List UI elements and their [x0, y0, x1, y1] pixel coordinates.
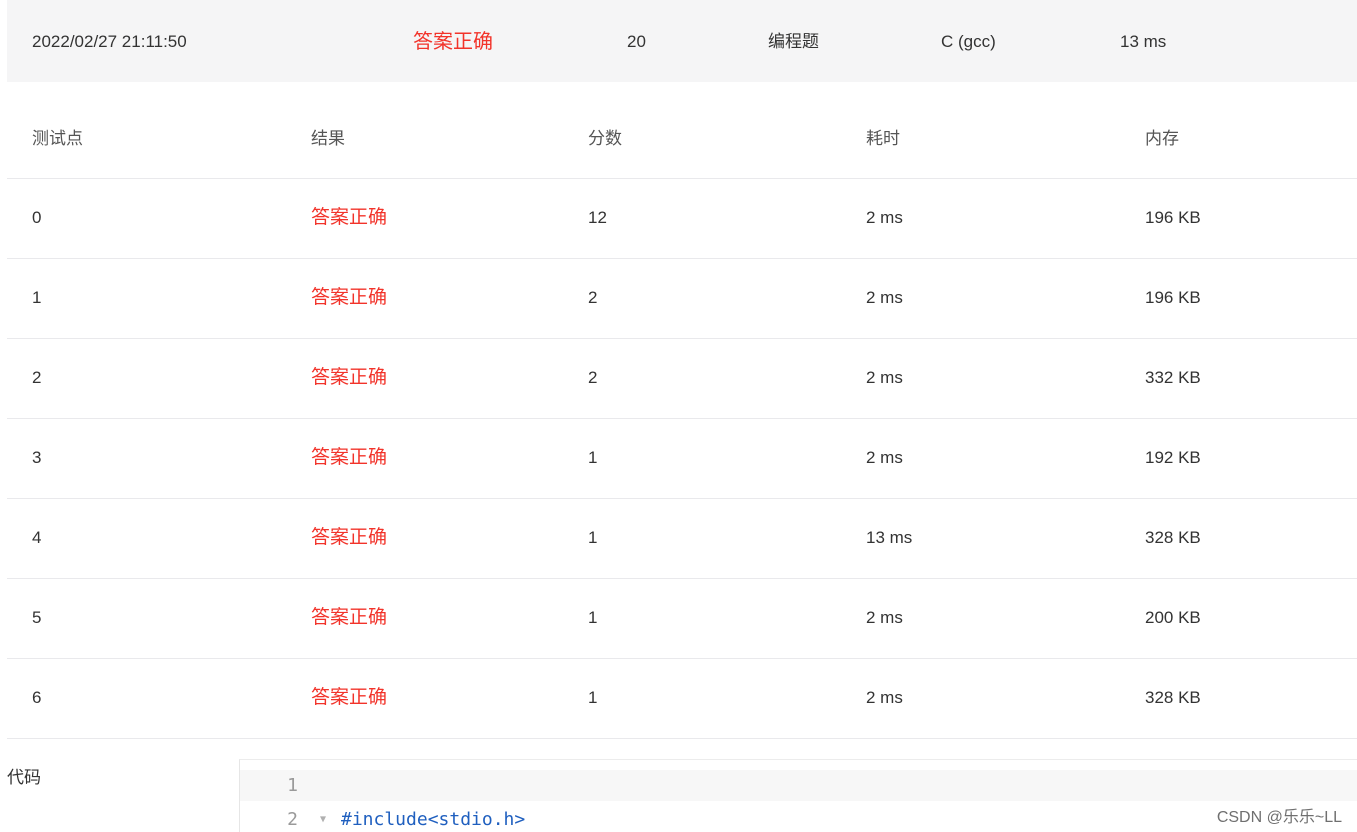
test-point-result: 答案正确	[311, 527, 388, 548]
test-point-time: 13 ms	[866, 528, 913, 547]
header-result: 结果	[311, 129, 345, 148]
test-point-time: 2 ms	[866, 208, 903, 227]
table-row: 3 答案正确 1 2 ms 192 KB	[7, 419, 1357, 499]
test-point-result: 答案正确	[311, 607, 388, 628]
test-point-memory: 332 KB	[1145, 368, 1201, 387]
header-test-point: 测试点	[32, 129, 83, 148]
submission-duration: 13 ms	[1120, 32, 1167, 51]
test-case-table: 测试点 结果 分数 耗时 内存 0 答案正确 12 2 ms 196 KB 1 …	[7, 100, 1357, 739]
test-point-time: 2 ms	[866, 608, 903, 627]
test-point-id: 5	[32, 608, 42, 627]
submission-time: 2022/02/27 21:11:50	[32, 32, 187, 51]
test-point-id: 4	[32, 528, 42, 547]
test-point-id: 6	[32, 688, 42, 707]
test-point-score: 1	[588, 448, 598, 467]
test-point-result: 答案正确	[311, 447, 388, 468]
line-number: 1	[287, 775, 298, 796]
table-row: 5 答案正确 1 2 ms 200 KB	[7, 579, 1357, 659]
header-time: 耗时	[866, 129, 900, 148]
test-point-memory: 200 KB	[1145, 608, 1201, 627]
table-row: 6 答案正确 1 2 ms 328 KB	[7, 659, 1357, 739]
code-section-label: 代码	[7, 768, 41, 787]
test-point-memory: 328 KB	[1145, 528, 1201, 547]
submission-language: C (gcc)	[941, 32, 996, 51]
test-point-time: 2 ms	[866, 368, 903, 387]
submission-summary: 2022/02/27 21:11:50 答案正确 20 编程题 C (gcc) …	[7, 0, 1357, 82]
line-number: 2	[287, 809, 298, 830]
test-point-memory: 328 KB	[1145, 688, 1201, 707]
test-point-id: 3	[32, 448, 42, 467]
test-point-id: 0	[32, 208, 42, 227]
test-point-time: 2 ms	[866, 688, 903, 707]
watermark: CSDN @乐乐~LL	[1216, 809, 1342, 826]
test-point-time: 2 ms	[866, 448, 903, 467]
test-point-score: 12	[588, 208, 607, 227]
test-point-result: 答案正确	[311, 687, 388, 708]
submission-score: 20	[627, 32, 646, 51]
table-row: 4 答案正确 1 13 ms 328 KB	[7, 499, 1357, 579]
code-editor[interactable]: 1 2 ▼ #include<stdio.h> CSDN @乐乐~LL	[239, 759, 1357, 832]
code-line-text: #include<stdio.h>	[341, 809, 526, 830]
test-point-score: 2	[588, 368, 598, 387]
table-row: 0 答案正确 12 2 ms 196 KB	[7, 179, 1357, 259]
fold-arrow-icon[interactable]: ▼	[320, 804, 326, 832]
test-point-score: 2	[588, 288, 598, 307]
table-row: 1 答案正确 2 2 ms 196 KB	[7, 259, 1357, 339]
code-line[interactable]: 1	[240, 770, 1357, 801]
test-point-result: 答案正确	[311, 367, 388, 388]
test-point-id: 1	[32, 288, 42, 307]
submission-result-status: 答案正确	[413, 31, 493, 53]
header-memory: 内存	[1145, 129, 1179, 148]
table-header-row: 测试点 结果 分数 耗时 内存	[7, 100, 1357, 179]
test-point-result: 答案正确	[311, 287, 388, 308]
test-point-result: 答案正确	[311, 207, 388, 228]
test-point-time: 2 ms	[866, 288, 903, 307]
submission-detail-page: 2022/02/27 21:11:50 答案正确 20 编程题 C (gcc) …	[0, 0, 1357, 832]
test-point-score: 1	[588, 528, 598, 547]
problem-type: 编程题	[768, 32, 819, 51]
test-point-memory: 192 KB	[1145, 448, 1201, 467]
test-point-score: 1	[588, 608, 598, 627]
table-row: 2 答案正确 2 2 ms 332 KB	[7, 339, 1357, 419]
test-point-memory: 196 KB	[1145, 208, 1201, 227]
test-point-id: 2	[32, 368, 42, 387]
test-point-score: 1	[588, 688, 598, 707]
code-line[interactable]: 2 ▼ #include<stdio.h>	[240, 804, 1357, 832]
test-point-memory: 196 KB	[1145, 288, 1201, 307]
header-score: 分数	[588, 129, 622, 148]
